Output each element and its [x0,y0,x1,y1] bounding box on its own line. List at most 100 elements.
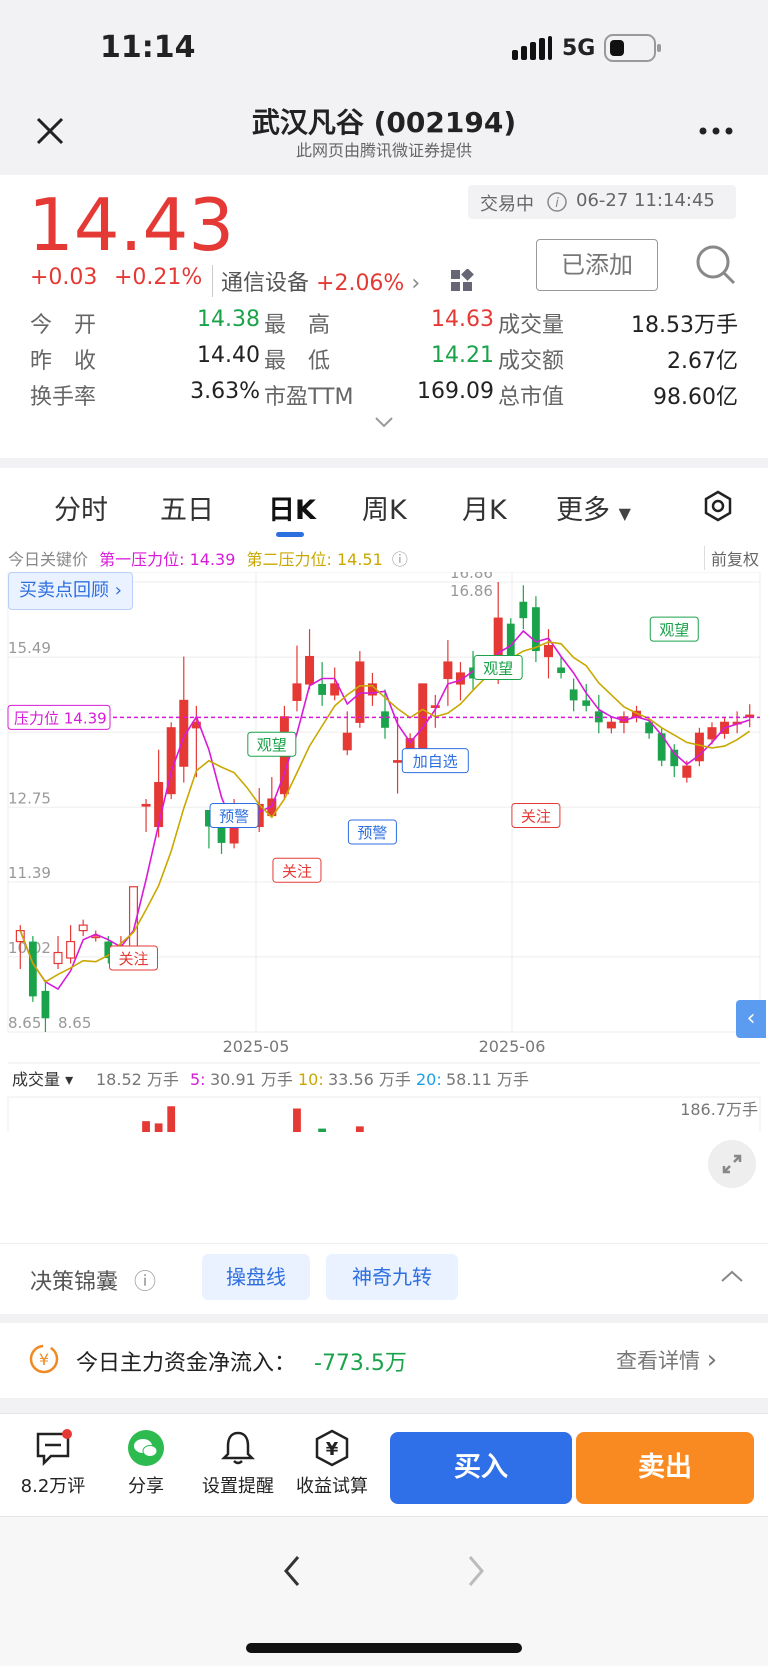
signal-tag-label: 关注 [282,862,312,880]
trade-review-button[interactable]: 买卖点回顾 › [8,572,133,610]
page-subtitle: 此网页由腾讯微证券提供 [295,141,472,160]
chip-magic-nine[interactable]: 神奇九转 [326,1254,458,1300]
trade-review-label: 买卖点回顾 [19,580,109,601]
chart-header: 今日关键价 第一压力位: 14.39 第二压力位: 14.51 ⓘ [8,546,408,570]
info-icon[interactable]: ⓘ [392,550,408,569]
stat-value: 169.09 [417,379,494,404]
browser-toolbar [0,1516,768,1666]
set-alert-button[interactable]: 设置提醒 [196,1428,280,1498]
back-icon[interactable] [282,1553,302,1593]
y-tick-label: 16.86 [450,572,493,582]
tab-intraday[interactable]: 分时 [54,488,108,527]
trading-status: 交易中 [480,194,534,215]
low-price-label: 8.65 [58,1014,91,1032]
key-price-label: 今日关键价 [8,550,89,569]
info-icon[interactable]: ⓘ [134,1264,156,1296]
more-icon[interactable] [698,121,738,140]
stat-label: 成交额 [498,349,565,374]
info-icon[interactable]: i [546,191,568,217]
candle [582,700,591,706]
candle [154,782,164,828]
volume-ma-key: 5: [190,1070,206,1089]
tab-daily-k[interactable]: 日K [268,488,316,527]
period-tabs: 分时 五日 日K 周K 月K 更多 ▼ [0,468,768,540]
flow-detail-link[interactable]: 查看详情 › [616,1345,717,1375]
buy-button[interactable]: 买入 [390,1432,572,1504]
candle [318,683,327,695]
stat-label: 最 低 [264,349,331,374]
volume-frame [7,1096,761,1132]
grid-icon[interactable] [450,268,474,297]
profit-calc-button[interactable]: ¥ 收益试算 [290,1428,374,1498]
chip-trading-line[interactable]: 操盘线 [202,1254,310,1300]
chevron-up-icon[interactable] [720,1268,744,1287]
y-tick-label: 15.49 [8,639,51,657]
chevron-right-icon: › [411,271,421,296]
candle [657,733,666,761]
volume-ma-value: 30.91 万手 [210,1070,293,1089]
active-tab-indicator [276,532,304,537]
current-price: 14.43 [28,183,235,267]
decision-label: 决策锦囊 [30,1270,119,1295]
price-change: +0.03 [30,265,98,290]
candle [606,721,616,729]
candlestick-chart[interactable]: 16.8615.4912.7511.3910.028.658.652025-05… [0,572,768,1132]
quote-datetime: 06-27 11:14:45 [576,190,715,211]
stat-label: 总市值 [498,385,565,410]
comments-label: 8.2万评 [20,1476,86,1497]
comments-button[interactable]: 8.2万评 [18,1428,88,1498]
volume-ma-value: 58.11 万手 [446,1070,529,1089]
home-indicator [246,1643,522,1653]
pressure1-label: 第一压力位: 14.39 [99,550,236,569]
candle [543,644,553,658]
bell-icon [220,1431,256,1465]
candle [78,924,88,932]
price-change-pct: +0.21% [114,265,203,290]
fullscreen-icon[interactable] [708,1140,756,1188]
candle [355,661,365,723]
volume-ma-key: 20: [416,1070,442,1089]
volume-ma-value: 33.56 万手 [328,1070,411,1089]
share-button[interactable]: 分享 [116,1428,176,1498]
tab-five-day[interactable]: 五日 [160,488,214,527]
stat-value: 14.40 [197,343,260,368]
candle [41,990,50,1019]
y-tick-label: 11.39 [8,864,51,882]
signal-tag-label: 观望 [659,621,689,639]
page-title: 武汉凡谷 (002194) [251,106,517,139]
volume-bar [293,1108,301,1132]
stat-value: 18.53万手 [631,313,738,338]
sector-link[interactable]: 通信设备 +2.06% › [212,265,420,297]
settings-icon[interactable] [702,490,734,526]
expand-chevron-icon[interactable] [374,413,394,432]
capital-flow-row[interactable]: ¥ 今日主力资金净流入： -773.5万 查看详情 › [0,1323,768,1398]
y-tick-label: 12.75 [8,789,51,807]
candle [745,714,755,718]
sell-button[interactable]: 卖出 [576,1432,754,1504]
stat-value: 2.67亿 [667,349,738,374]
adjust-mode[interactable]: 前复权 [704,546,759,570]
watchlist-added-button[interactable]: 已添加 [536,239,658,291]
signal-tag-label: 关注 [521,807,551,825]
forward-icon[interactable] [466,1553,486,1593]
decision-bar: 决策锦囊 ⓘ 操盘线 神奇九转 [0,1243,768,1314]
volume-bar [318,1128,327,1132]
status-time: 11:14 [100,30,196,65]
tab-weekly-k[interactable]: 周K [362,488,407,527]
tab-more[interactable]: 更多 ▼ [556,488,631,527]
search-icon[interactable] [694,243,738,291]
stat-value: 14.63 [431,307,494,332]
collapse-panel-button[interactable]: ‹ [736,1000,766,1038]
candle [557,667,565,673]
high-price-label: 16.86 [450,582,493,600]
yuan-coin-icon: ¥ [28,1343,60,1379]
candle [66,940,76,959]
tab-monthly-k[interactable]: 月K [462,488,507,527]
comment-icon [36,1429,72,1467]
candle [292,683,302,701]
candle [569,689,578,701]
calc-label: 收益试算 [296,1476,368,1497]
flow-value: -773.5万 [314,1351,407,1376]
volume-bar [154,1123,163,1132]
pressure-tag-label: 压力位 14.39 [14,709,107,727]
